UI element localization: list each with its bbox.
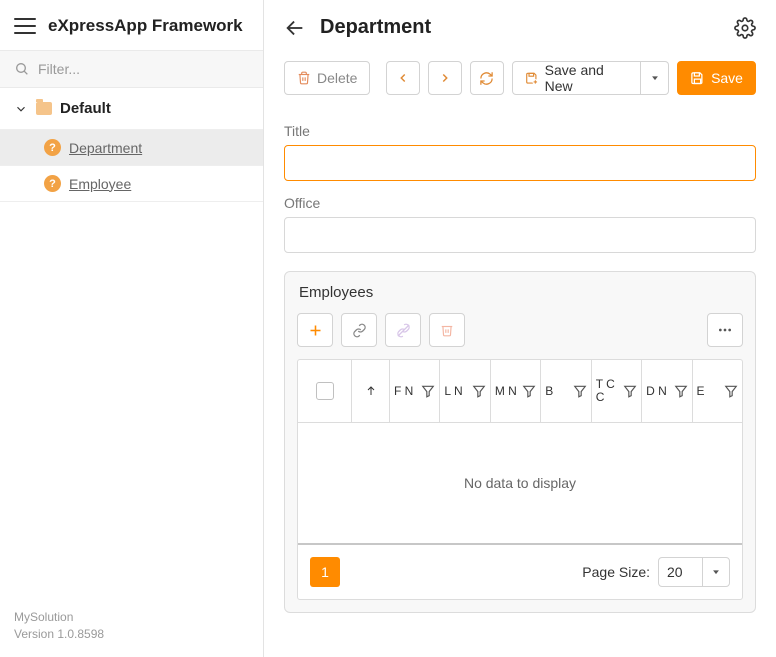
- save-button[interactable]: Save: [677, 61, 756, 95]
- employees-panel: Employees: [284, 271, 756, 613]
- search-icon: [14, 61, 30, 77]
- footer-version: Version 1.0.8598: [14, 626, 249, 643]
- brand-title: eXpressApp Framework: [48, 16, 243, 36]
- trash-icon: [440, 323, 454, 337]
- more-actions-button[interactable]: [707, 313, 743, 347]
- chevron-right-icon: [438, 71, 452, 85]
- unknown-entity-icon: ?: [44, 175, 61, 192]
- select-all-cell[interactable]: [298, 360, 352, 422]
- col-header-tcc[interactable]: T C C: [592, 360, 642, 422]
- footer-solution: MySolution: [14, 609, 249, 626]
- chevron-left-icon: [396, 71, 410, 85]
- nav-filter[interactable]: [0, 50, 263, 88]
- nav-item-label: Employee: [69, 176, 131, 192]
- page-size-select[interactable]: 20: [658, 557, 730, 587]
- filter-icon[interactable]: [674, 384, 688, 398]
- unlink-employee-button[interactable]: [385, 313, 421, 347]
- trash-icon: [297, 71, 311, 85]
- page-size-value: 20: [659, 558, 703, 586]
- sort-indicator[interactable]: [352, 360, 390, 422]
- link-icon: [352, 323, 367, 338]
- office-label: Office: [284, 195, 756, 211]
- nav-group-default[interactable]: Default: [0, 88, 263, 129]
- save-and-new-button[interactable]: Save and New: [512, 61, 641, 95]
- page-size-label: Page Size:: [582, 564, 650, 580]
- nav-group-label: Default: [60, 100, 111, 117]
- save-icon: [690, 71, 705, 86]
- arrow-up-icon: [365, 384, 377, 398]
- grid-empty-message: No data to display: [298, 423, 742, 545]
- unknown-entity-icon: ?: [44, 139, 61, 156]
- page-title: Department: [320, 16, 431, 39]
- col-header-mn[interactable]: M N: [491, 360, 541, 422]
- nav-filter-input[interactable]: [38, 61, 249, 77]
- filter-icon[interactable]: [573, 384, 587, 398]
- filter-icon[interactable]: [724, 384, 738, 398]
- employees-grid: F N L N M N B: [297, 359, 743, 600]
- filter-icon[interactable]: [623, 384, 637, 398]
- nav-item-label: Department: [69, 140, 142, 156]
- delete-button[interactable]: Delete: [284, 61, 370, 95]
- filter-icon[interactable]: [522, 384, 536, 398]
- chevron-down-icon: [14, 102, 28, 116]
- save-button-label: Save: [711, 70, 743, 86]
- plus-icon: [308, 323, 323, 338]
- dots-icon: [717, 322, 733, 338]
- title-label: Title: [284, 123, 756, 139]
- folder-icon: [36, 102, 52, 115]
- prev-record-button[interactable]: [386, 61, 420, 95]
- title-input[interactable]: [284, 145, 756, 181]
- filter-icon[interactable]: [472, 384, 486, 398]
- page-size-caret[interactable]: [703, 558, 729, 586]
- unlink-icon: [396, 323, 411, 338]
- caret-down-icon: [650, 73, 660, 83]
- office-input[interactable]: [284, 217, 756, 253]
- back-button[interactable]: [284, 17, 306, 39]
- page-1-button[interactable]: 1: [310, 557, 340, 587]
- next-record-button[interactable]: [428, 61, 462, 95]
- save-new-icon: [525, 71, 539, 86]
- refresh-icon: [479, 71, 494, 86]
- employees-panel-title: Employees: [285, 272, 755, 313]
- refresh-button[interactable]: [470, 61, 504, 95]
- caret-down-icon: [711, 567, 721, 577]
- col-header-fn[interactable]: F N: [390, 360, 440, 422]
- save-and-new-dropdown[interactable]: [641, 61, 669, 95]
- col-header-ln[interactable]: L N: [440, 360, 490, 422]
- add-employee-button[interactable]: [297, 313, 333, 347]
- nav-item-employee[interactable]: ? Employee: [0, 165, 263, 201]
- save-and-new-label: Save and New: [545, 62, 629, 94]
- delete-button-label: Delete: [317, 70, 357, 86]
- select-all-checkbox[interactable]: [316, 382, 334, 400]
- filter-icon[interactable]: [421, 384, 435, 398]
- nav-item-department[interactable]: ? Department: [0, 129, 263, 165]
- col-header-dn[interactable]: D N: [642, 360, 692, 422]
- col-header-e[interactable]: E: [693, 360, 742, 422]
- link-employee-button[interactable]: [341, 313, 377, 347]
- col-header-b[interactable]: B: [541, 360, 591, 422]
- delete-employee-button[interactable]: [429, 313, 465, 347]
- menu-toggle[interactable]: [14, 18, 36, 34]
- gear-icon[interactable]: [734, 17, 756, 39]
